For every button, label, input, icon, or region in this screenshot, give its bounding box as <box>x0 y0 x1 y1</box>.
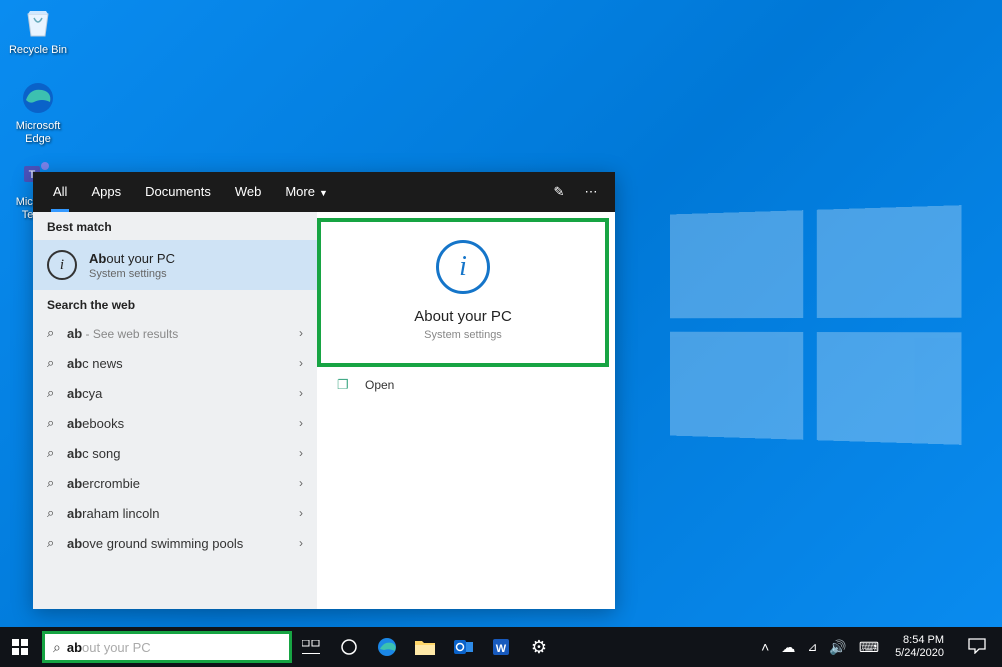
web-result-text: abc news <box>67 356 293 371</box>
system-tray: ˄ ☁ ⊿ 🔊 ⌨ 8:54 PM 5/24/2020 <box>753 634 1002 659</box>
web-result-item[interactable]: ⌕above ground swimming pools› <box>33 528 317 558</box>
windows-logo-wallpaper <box>670 205 962 445</box>
web-result-item[interactable]: ⌕ab - See web results› <box>33 318 317 348</box>
desktop-icon-edge[interactable]: Microsoft Edge <box>2 78 74 145</box>
best-match-subtitle: System settings <box>89 268 175 280</box>
web-results-list: ⌕ab - See web results›⌕abc news›⌕abcya›⌕… <box>33 318 317 558</box>
tray-chevron-up-icon[interactable]: ˄ <box>761 639 769 655</box>
start-button[interactable] <box>0 627 40 667</box>
desktop-icon-label: Microsoft Edge <box>2 120 74 145</box>
tray-network-icon[interactable]: ⊿ <box>807 640 817 654</box>
more-options-icon[interactable]: ⋯ <box>575 184 607 200</box>
search-icon: ⌕ <box>47 415 67 431</box>
chevron-right-icon: › <box>293 386 303 400</box>
search-panel: All Apps Documents Web More▼ ✎ ⋯ Best ma… <box>33 172 615 609</box>
tab-apps[interactable]: Apps <box>79 172 133 212</box>
web-result-item[interactable]: ⌕abercrombie› <box>33 468 317 498</box>
feedback-icon[interactable]: ✎ <box>543 184 575 200</box>
gear-icon: ⚙ <box>531 637 547 658</box>
search-input-text: about your PC <box>67 640 151 655</box>
taskbar-app-explorer[interactable] <box>406 627 444 667</box>
preview-open-action[interactable]: ❐ Open <box>317 367 615 403</box>
tray-date: 5/24/2020 <box>895 647 944 660</box>
preview-card: i About your PC System settings <box>317 218 609 367</box>
chevron-right-icon: › <box>293 356 303 370</box>
preview-title: About your PC <box>321 308 605 325</box>
desktop-icon-recycle-bin[interactable]: Recycle Bin <box>2 2 74 57</box>
tab-web[interactable]: Web <box>223 172 274 212</box>
search-preview-column: i About your PC System settings ❐ Open <box>317 212 615 609</box>
info-icon: i <box>436 240 490 294</box>
tab-more[interactable]: More▼ <box>273 172 340 212</box>
taskbar-app-outlook[interactable] <box>444 627 482 667</box>
chevron-right-icon: › <box>293 476 303 490</box>
action-center-button[interactable] <box>960 638 994 657</box>
web-result-text: ab - See web results <box>67 326 293 341</box>
search-icon: ⌕ <box>53 639 61 656</box>
tray-keyboard-icon[interactable]: ⌨ <box>859 639 879 656</box>
web-result-item[interactable]: ⌕abebooks› <box>33 408 317 438</box>
windows-icon <box>12 639 28 655</box>
chevron-right-icon: › <box>293 416 303 430</box>
desktop-icon-label: Recycle Bin <box>2 44 74 57</box>
web-result-text: above ground swimming pools <box>67 536 293 551</box>
open-label: Open <box>365 378 394 392</box>
search-icon: ⌕ <box>47 535 67 551</box>
taskbar-search-box[interactable]: ⌕ about your PC <box>42 631 292 663</box>
web-result-item[interactable]: ⌕abraham lincoln› <box>33 498 317 528</box>
chevron-right-icon: › <box>293 506 303 520</box>
best-match-result[interactable]: i About your PC System settings <box>33 240 317 290</box>
web-result-item[interactable]: ⌕abcya› <box>33 378 317 408</box>
tray-onedrive-icon[interactable]: ☁ <box>781 639 795 656</box>
web-result-item[interactable]: ⌕abc song› <box>33 438 317 468</box>
web-result-text: abebooks <box>67 416 293 431</box>
chevron-right-icon: › <box>293 536 303 550</box>
chevron-right-icon: › <box>293 326 303 340</box>
tab-all[interactable]: All <box>41 172 79 212</box>
taskbar-app-edge[interactable] <box>368 627 406 667</box>
search-icon: ⌕ <box>47 385 67 401</box>
task-view-button[interactable] <box>292 627 330 667</box>
tab-documents[interactable]: Documents <box>133 172 223 212</box>
web-result-text: abcya <box>67 386 293 401</box>
web-result-text: abraham lincoln <box>67 506 293 521</box>
cortana-button[interactable] <box>330 627 368 667</box>
best-match-title: About your PC <box>89 251 175 266</box>
taskbar-app-word[interactable]: W <box>482 627 520 667</box>
edge-icon <box>18 78 58 118</box>
search-icon: ⌕ <box>47 355 67 371</box>
info-icon: i <box>47 250 77 280</box>
web-result-text: abc song <box>67 446 293 461</box>
section-best-match: Best match <box>33 212 317 240</box>
open-icon: ❐ <box>337 377 355 393</box>
search-icon: ⌕ <box>47 505 67 521</box>
tray-time: 8:54 PM <box>895 634 944 647</box>
tray-volume-icon[interactable]: 🔊 <box>829 639 846 656</box>
search-icon: ⌕ <box>47 445 67 461</box>
tray-clock[interactable]: 8:54 PM 5/24/2020 <box>891 634 948 659</box>
svg-text:W: W <box>496 643 507 655</box>
section-search-web: Search the web <box>33 290 317 318</box>
web-result-text: abercrombie <box>67 476 293 491</box>
desktop: Recycle Bin Microsoft Edge T Microsoft T… <box>0 0 1002 667</box>
search-icon: ⌕ <box>47 475 67 491</box>
taskbar: ⌕ about your PC W ⚙ ˄ ☁ ⊿ 🔊 ⌨ 8:54 PM 5/… <box>0 627 1002 667</box>
recycle-bin-icon <box>18 2 58 42</box>
search-results-column: Best match i About your PC System settin… <box>33 212 317 609</box>
search-tab-bar: All Apps Documents Web More▼ ✎ ⋯ <box>33 172 615 212</box>
search-icon: ⌕ <box>47 325 67 341</box>
preview-subtitle: System settings <box>321 329 605 341</box>
web-result-item[interactable]: ⌕abc news› <box>33 348 317 378</box>
taskbar-app-settings[interactable]: ⚙ <box>520 627 558 667</box>
chevron-down-icon: ▼ <box>319 188 328 198</box>
chevron-right-icon: › <box>293 446 303 460</box>
